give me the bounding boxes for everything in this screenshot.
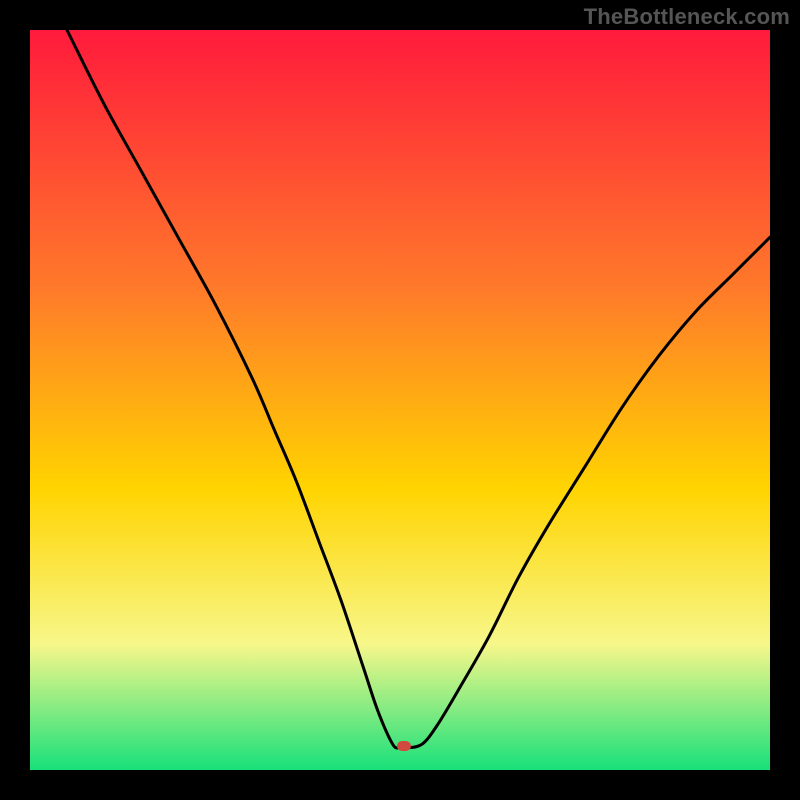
chart-frame: TheBottleneck.com [0, 0, 800, 800]
plot-area [30, 30, 770, 770]
minimum-marker [397, 741, 411, 751]
watermark-text: TheBottleneck.com [584, 4, 790, 30]
plot-svg [30, 30, 770, 770]
gradient-background [30, 30, 770, 770]
